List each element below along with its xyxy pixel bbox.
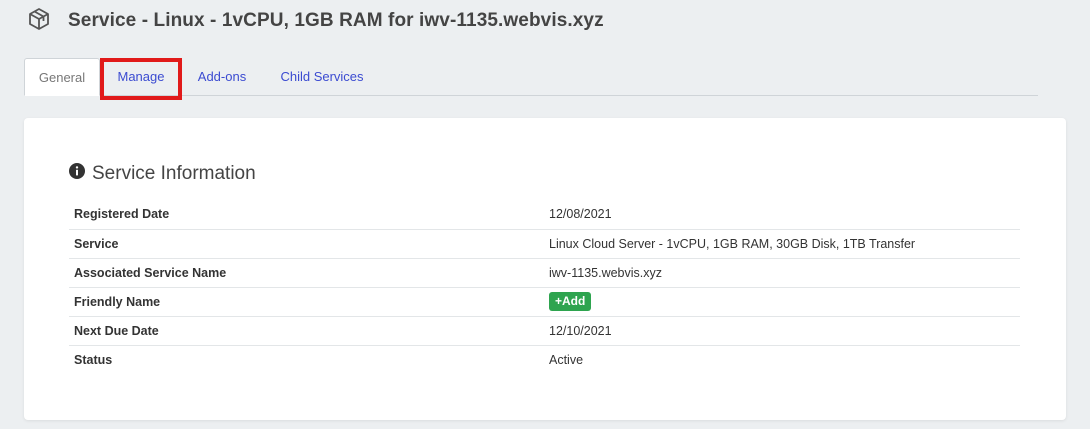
tab-general[interactable]: General	[24, 58, 100, 96]
tab-manage[interactable]: Manage	[100, 58, 182, 95]
row-value: 12/08/2021	[549, 200, 1020, 230]
section-title-text: Service Information	[92, 163, 256, 184]
row-label: Associated Service Name	[69, 258, 549, 288]
row-label: Status	[74, 352, 113, 367]
row-value: Linux Cloud Server - 1vCPU, 1GB RAM, 30G…	[549, 229, 1020, 259]
status-value: Active	[549, 352, 584, 367]
tab-child-services[interactable]: Child Services	[262, 58, 382, 95]
add-friendly-name-button[interactable]: +Add	[549, 292, 592, 311]
table-row: Friendly Name +Add	[69, 287, 1020, 317]
table-row: Associated Service Name iwv-1135.webvis.…	[69, 258, 1020, 288]
row-label: Registered Date	[69, 200, 549, 230]
service-info-table: Registered Date 12/08/2021 Service Linux…	[69, 200, 1020, 374]
info-circle-icon	[69, 163, 92, 185]
table-row: Next Due Date 12/10/2021	[69, 316, 1020, 346]
row-label: Service	[69, 229, 549, 259]
row-value: 12/10/2021	[549, 316, 1020, 346]
table-row: Status Active	[69, 345, 1020, 374]
cube-icon	[27, 7, 51, 36]
tab-add-ons[interactable]: Add-ons	[182, 58, 262, 95]
table-row: Registered Date 12/08/2021	[69, 200, 1020, 230]
page-header: Service - Linux - 1vCPU, 1GB RAM for iwv…	[27, 7, 604, 35]
row-value: +Add	[549, 287, 1020, 317]
section-title: Service Information	[69, 163, 256, 185]
table-row: Service Linux Cloud Server - 1vCPU, 1GB …	[69, 229, 1020, 259]
page-title: Service - Linux - 1vCPU, 1GB RAM for iwv…	[68, 10, 604, 31]
tab-bar: General Manage Add-ons Child Services	[24, 58, 1038, 96]
row-value: iwv-1135.webvis.xyz	[549, 258, 1020, 288]
service-info-card: Service Information Registered Date 12/0…	[24, 118, 1066, 420]
row-label: Next Due Date	[69, 316, 549, 346]
row-label: Friendly Name	[69, 287, 549, 317]
